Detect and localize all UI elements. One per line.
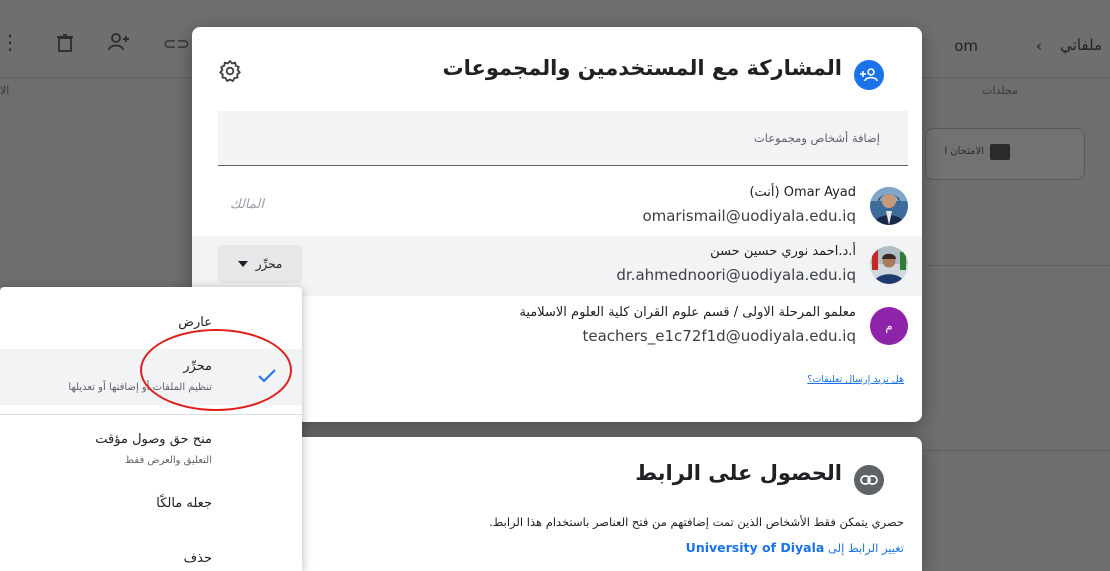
- role-dropdown-button[interactable]: محرِّر: [218, 245, 302, 283]
- avatar: [870, 246, 908, 284]
- group-avatar: م: [870, 307, 908, 345]
- send-feedback-link[interactable]: هل تريد إرسال تعليقات؟: [807, 374, 904, 385]
- shared-folder-icon: [990, 144, 1010, 160]
- group-email: teachers_e1c72f1d@uodiyala.edu.iq: [582, 327, 856, 345]
- organization-name: University of Diyala: [685, 540, 825, 555]
- menu-item-temporary-access[interactable]: منح حق وصول مؤقت التعليق والعرض فقط: [0, 422, 302, 474]
- breadcrumb-fragment: om: [954, 37, 978, 55]
- person-name: أ.د.احمد نوري حسين حسن: [710, 244, 856, 259]
- folder-name-fragment: الامتحان ا: [944, 146, 984, 157]
- annotation-ellipse: [140, 329, 292, 411]
- owner-role-label: المالك: [230, 197, 264, 212]
- menu-item-label: جعله مالكًا: [156, 496, 212, 511]
- breadcrumb-root: ملفاتي: [1060, 36, 1102, 54]
- change-link-access[interactable]: تغيير الرابط إلى University of Diyala: [686, 540, 904, 555]
- menu-item-label: منح حق وصول مؤقت: [95, 432, 212, 447]
- add-person-icon: [108, 33, 129, 51]
- get-link-title: الحصول على الرابط: [635, 461, 842, 485]
- person-name: Omar Ayad (أنت): [749, 185, 856, 200]
- menu-item-remove[interactable]: حذف: [0, 541, 302, 571]
- breadcrumb-separator-icon: ‹: [1036, 37, 1042, 55]
- more-vert-icon: ⋮: [0, 30, 20, 54]
- folder-card: الامتحان ا: [925, 128, 1085, 180]
- menu-item-label: عارض: [178, 315, 212, 330]
- divider: [925, 450, 1110, 451]
- add-people-field[interactable]: [218, 111, 908, 166]
- avatar: [870, 187, 908, 225]
- trash-icon: [57, 34, 73, 52]
- caret-down-icon: [237, 261, 248, 267]
- link-icon: [854, 465, 884, 495]
- role-menu: عارض محرِّر تنظيم الملفات أو إضافتها أو …: [0, 287, 302, 571]
- divider: [925, 265, 1110, 266]
- dialog-title: المشاركة مع المستخدمين والمجموعات: [442, 56, 842, 80]
- folders-header: مجلدات: [982, 84, 1018, 97]
- person-row-owner: Omar Ayad (أنت) omarismail@uodiyala.edu.…: [192, 177, 922, 237]
- change-link-prefix: تغيير الرابط إلى: [828, 541, 904, 555]
- left-column-fragment: الا: [0, 84, 10, 97]
- person-email: omarismail@uodiyala.edu.iq: [642, 207, 856, 225]
- person-email: dr.ahmednoori@uodiyala.edu.iq: [616, 266, 856, 284]
- menu-item-label: حذف: [183, 551, 212, 566]
- menu-divider: [0, 414, 302, 415]
- link-icon: ⊂⊃: [163, 34, 190, 53]
- link-access-description: حصري يتمكن فقط الأشخاص الذين تمت إضافتهم…: [489, 515, 904, 529]
- role-dropdown-label: محرِّر: [255, 257, 283, 271]
- person-add-icon: [854, 60, 884, 90]
- gear-icon[interactable]: [218, 59, 242, 83]
- add-people-input[interactable]: [218, 111, 908, 165]
- menu-item-make-owner[interactable]: جعله مالكًا: [0, 482, 302, 526]
- group-name: معلمو المرحلة الاولى / قسم علوم القران ك…: [519, 305, 856, 320]
- menu-item-description: التعليق والعرض فقط: [124, 455, 212, 466]
